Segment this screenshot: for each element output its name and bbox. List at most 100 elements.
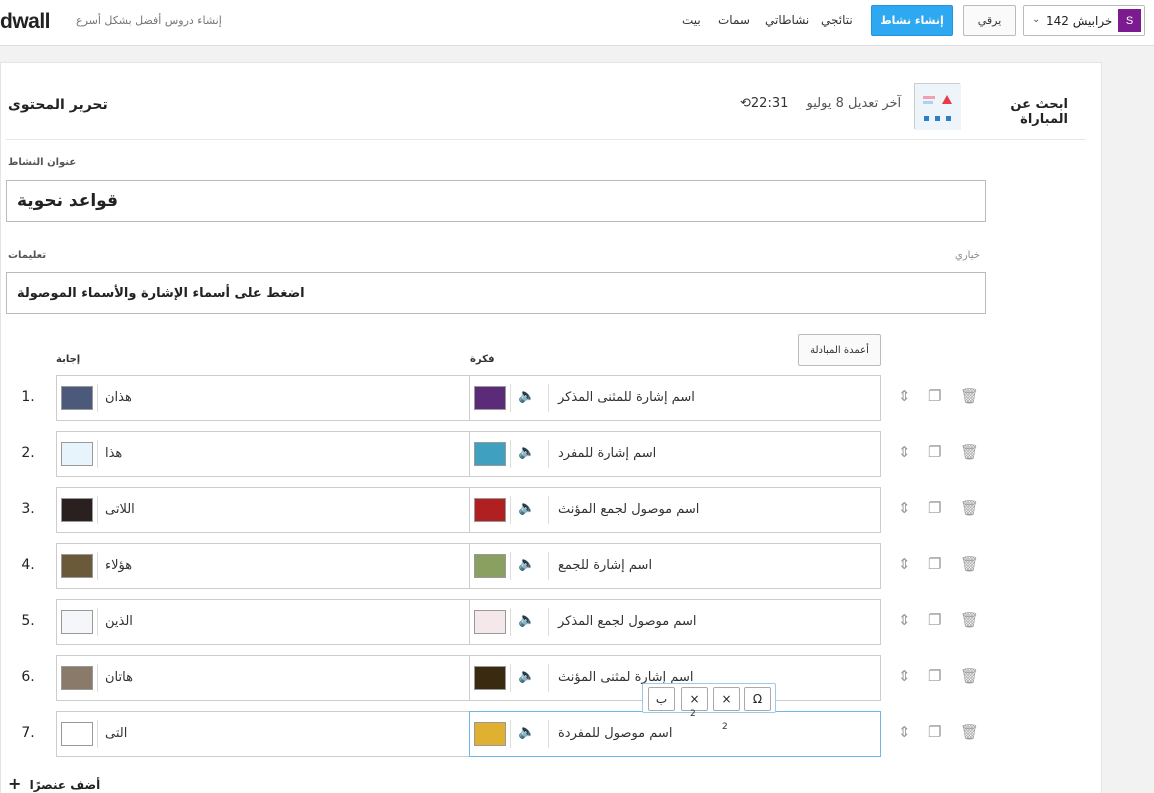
instructions-input[interactable]: اضغط على أسماء الإشارة والأسماء الموصولة bbox=[6, 272, 986, 314]
trash-icon[interactable]: 🗑 bbox=[960, 499, 979, 517]
answer-text: هؤلاء bbox=[105, 558, 133, 573]
answer-image[interactable] bbox=[61, 722, 93, 746]
answer-field[interactable]: الذين bbox=[56, 599, 470, 645]
answer-text: هذان bbox=[105, 390, 132, 405]
idea-text: اسم موصول لجمع المذكر bbox=[558, 614, 697, 629]
superscript-indicator: 2 bbox=[722, 722, 728, 732]
answer-field[interactable]: هذا bbox=[56, 431, 470, 477]
instructions-label: تعليمات bbox=[8, 250, 47, 261]
swap-columns-button[interactable]: أعمدة المبادلة bbox=[798, 334, 881, 366]
divider bbox=[510, 440, 511, 468]
trash-icon[interactable]: 🗑 bbox=[960, 667, 979, 685]
duplicate-icon[interactable]: ❐ bbox=[928, 443, 941, 461]
nav-my-activities[interactable]: نشاطاتي bbox=[765, 13, 809, 27]
speaker-icon[interactable]: 🔈 bbox=[518, 500, 535, 516]
answer-field[interactable]: هذان bbox=[56, 375, 470, 421]
idea-field[interactable]: 🔈 اسم موصول لجمع المؤنث bbox=[469, 487, 881, 533]
divider bbox=[548, 720, 549, 748]
duplicate-icon[interactable]: ❐ bbox=[928, 555, 941, 573]
speaker-icon[interactable]: 🔈 bbox=[518, 388, 535, 404]
answer-field[interactable]: اللاتى bbox=[56, 487, 470, 533]
answer-image[interactable] bbox=[61, 554, 93, 578]
duplicate-icon[interactable]: ❐ bbox=[928, 499, 941, 517]
add-item-button[interactable]: + أضف عنصرًا bbox=[8, 774, 100, 793]
reorder-icon[interactable]: ⇕ bbox=[898, 387, 911, 405]
duplicate-icon[interactable]: ❐ bbox=[928, 723, 941, 741]
answer-field[interactable]: التى bbox=[56, 711, 470, 757]
column-header-idea: فكرة bbox=[470, 354, 495, 365]
nav-my-results[interactable]: نتائجي bbox=[821, 13, 853, 27]
idea-image[interactable] bbox=[474, 666, 506, 690]
instructions-optional: خياري bbox=[955, 250, 980, 261]
idea-image[interactable] bbox=[474, 722, 506, 746]
idea-image[interactable] bbox=[474, 554, 506, 578]
reorder-icon[interactable]: ⇕ bbox=[898, 555, 911, 573]
answer-image[interactable] bbox=[61, 442, 93, 466]
activity-title-input[interactable]: قواعد نحوية bbox=[6, 180, 986, 222]
subscript-button[interactable]: × bbox=[681, 687, 708, 711]
speaker-icon[interactable]: 🔈 bbox=[518, 612, 535, 628]
idea-image[interactable] bbox=[474, 442, 506, 466]
idea-field[interactable]: 🔈 اسم إشارة للمثنى المذكر bbox=[469, 375, 881, 421]
idea-field[interactable]: 🔈 اسم موصول للمفردة bbox=[469, 711, 881, 757]
top-bar: dwall إنشاء دروس أفضل بشكل أسرع بيت سمات… bbox=[0, 0, 1154, 46]
divider bbox=[97, 496, 98, 524]
duplicate-icon[interactable]: ❐ bbox=[928, 667, 941, 685]
reorder-icon[interactable]: ⇕ bbox=[898, 611, 911, 629]
brand-logo[interactable]: dwall bbox=[0, 10, 51, 34]
idea-text: اسم إشارة للمفرد bbox=[558, 446, 657, 461]
history-icon: ⟲ bbox=[740, 96, 751, 111]
trash-icon[interactable]: 🗑 bbox=[960, 723, 979, 741]
nav-features[interactable]: سمات bbox=[718, 13, 750, 27]
idea-field[interactable]: 🔈 اسم إشارة للمفرد bbox=[469, 431, 881, 477]
template-thumbnail[interactable] bbox=[914, 83, 961, 130]
speaker-icon[interactable]: 🔈 bbox=[518, 724, 535, 740]
idea-field[interactable]: 🔈 اسم موصول لجمع المذكر bbox=[469, 599, 881, 645]
duplicate-icon[interactable]: ❐ bbox=[928, 387, 941, 405]
reorder-icon[interactable]: ⇕ bbox=[898, 443, 911, 461]
answer-field[interactable]: هؤلاء bbox=[56, 543, 470, 589]
answer-image[interactable] bbox=[61, 386, 93, 410]
divider bbox=[548, 440, 549, 468]
divider bbox=[97, 720, 98, 748]
idea-image[interactable] bbox=[474, 386, 506, 410]
reorder-icon[interactable]: ⇕ bbox=[898, 499, 911, 517]
trash-icon[interactable]: 🗑 bbox=[960, 555, 979, 573]
superscript-button[interactable]: × bbox=[713, 687, 740, 711]
speaker-icon[interactable]: 🔈 bbox=[518, 444, 535, 460]
answer-image[interactable] bbox=[61, 666, 93, 690]
speaker-icon[interactable]: 🔈 bbox=[518, 556, 535, 572]
divider bbox=[510, 552, 511, 580]
divider bbox=[510, 608, 511, 636]
divider bbox=[97, 608, 98, 636]
user-menu[interactable]: ⌄ خرابيش 142 S bbox=[1023, 5, 1145, 36]
upgrade-button[interactable]: يرقي bbox=[963, 5, 1016, 36]
trash-icon[interactable]: 🗑 bbox=[960, 387, 979, 405]
answer-image[interactable] bbox=[61, 498, 93, 522]
idea-image[interactable] bbox=[474, 498, 506, 522]
template-icon bbox=[915, 84, 961, 130]
arabic-letter-button[interactable]: ب bbox=[648, 687, 675, 711]
reorder-icon[interactable]: ⇕ bbox=[898, 723, 911, 741]
divider bbox=[97, 384, 98, 412]
answer-field[interactable]: هاتان bbox=[56, 655, 470, 701]
speaker-icon[interactable]: 🔈 bbox=[518, 668, 535, 684]
header-divider bbox=[6, 139, 1086, 140]
create-activity-button[interactable]: إنشاء نشاط bbox=[871, 5, 953, 36]
brand-tagline: إنشاء دروس أفضل بشكل أسرع bbox=[76, 14, 222, 27]
special-chars-button[interactable]: Ω bbox=[744, 687, 771, 711]
nav-home[interactable]: بيت bbox=[682, 13, 701, 27]
text-editor-toolbar: ب × × Ω bbox=[642, 683, 776, 713]
row-number: 5. bbox=[21, 613, 35, 629]
avatar: S bbox=[1118, 9, 1141, 32]
idea-image[interactable] bbox=[474, 610, 506, 634]
template-name: ابحث عن المباراة bbox=[1010, 97, 1068, 127]
idea-field[interactable]: 🔈 اسم إشارة للجمع bbox=[469, 543, 881, 589]
trash-icon[interactable]: 🗑 bbox=[960, 611, 979, 629]
reorder-icon[interactable]: ⇕ bbox=[898, 667, 911, 685]
answer-text: اللاتى bbox=[105, 502, 135, 517]
answer-image[interactable] bbox=[61, 610, 93, 634]
duplicate-icon[interactable]: ❐ bbox=[928, 611, 941, 629]
trash-icon[interactable]: 🗑 bbox=[960, 443, 979, 461]
divider bbox=[548, 496, 549, 524]
